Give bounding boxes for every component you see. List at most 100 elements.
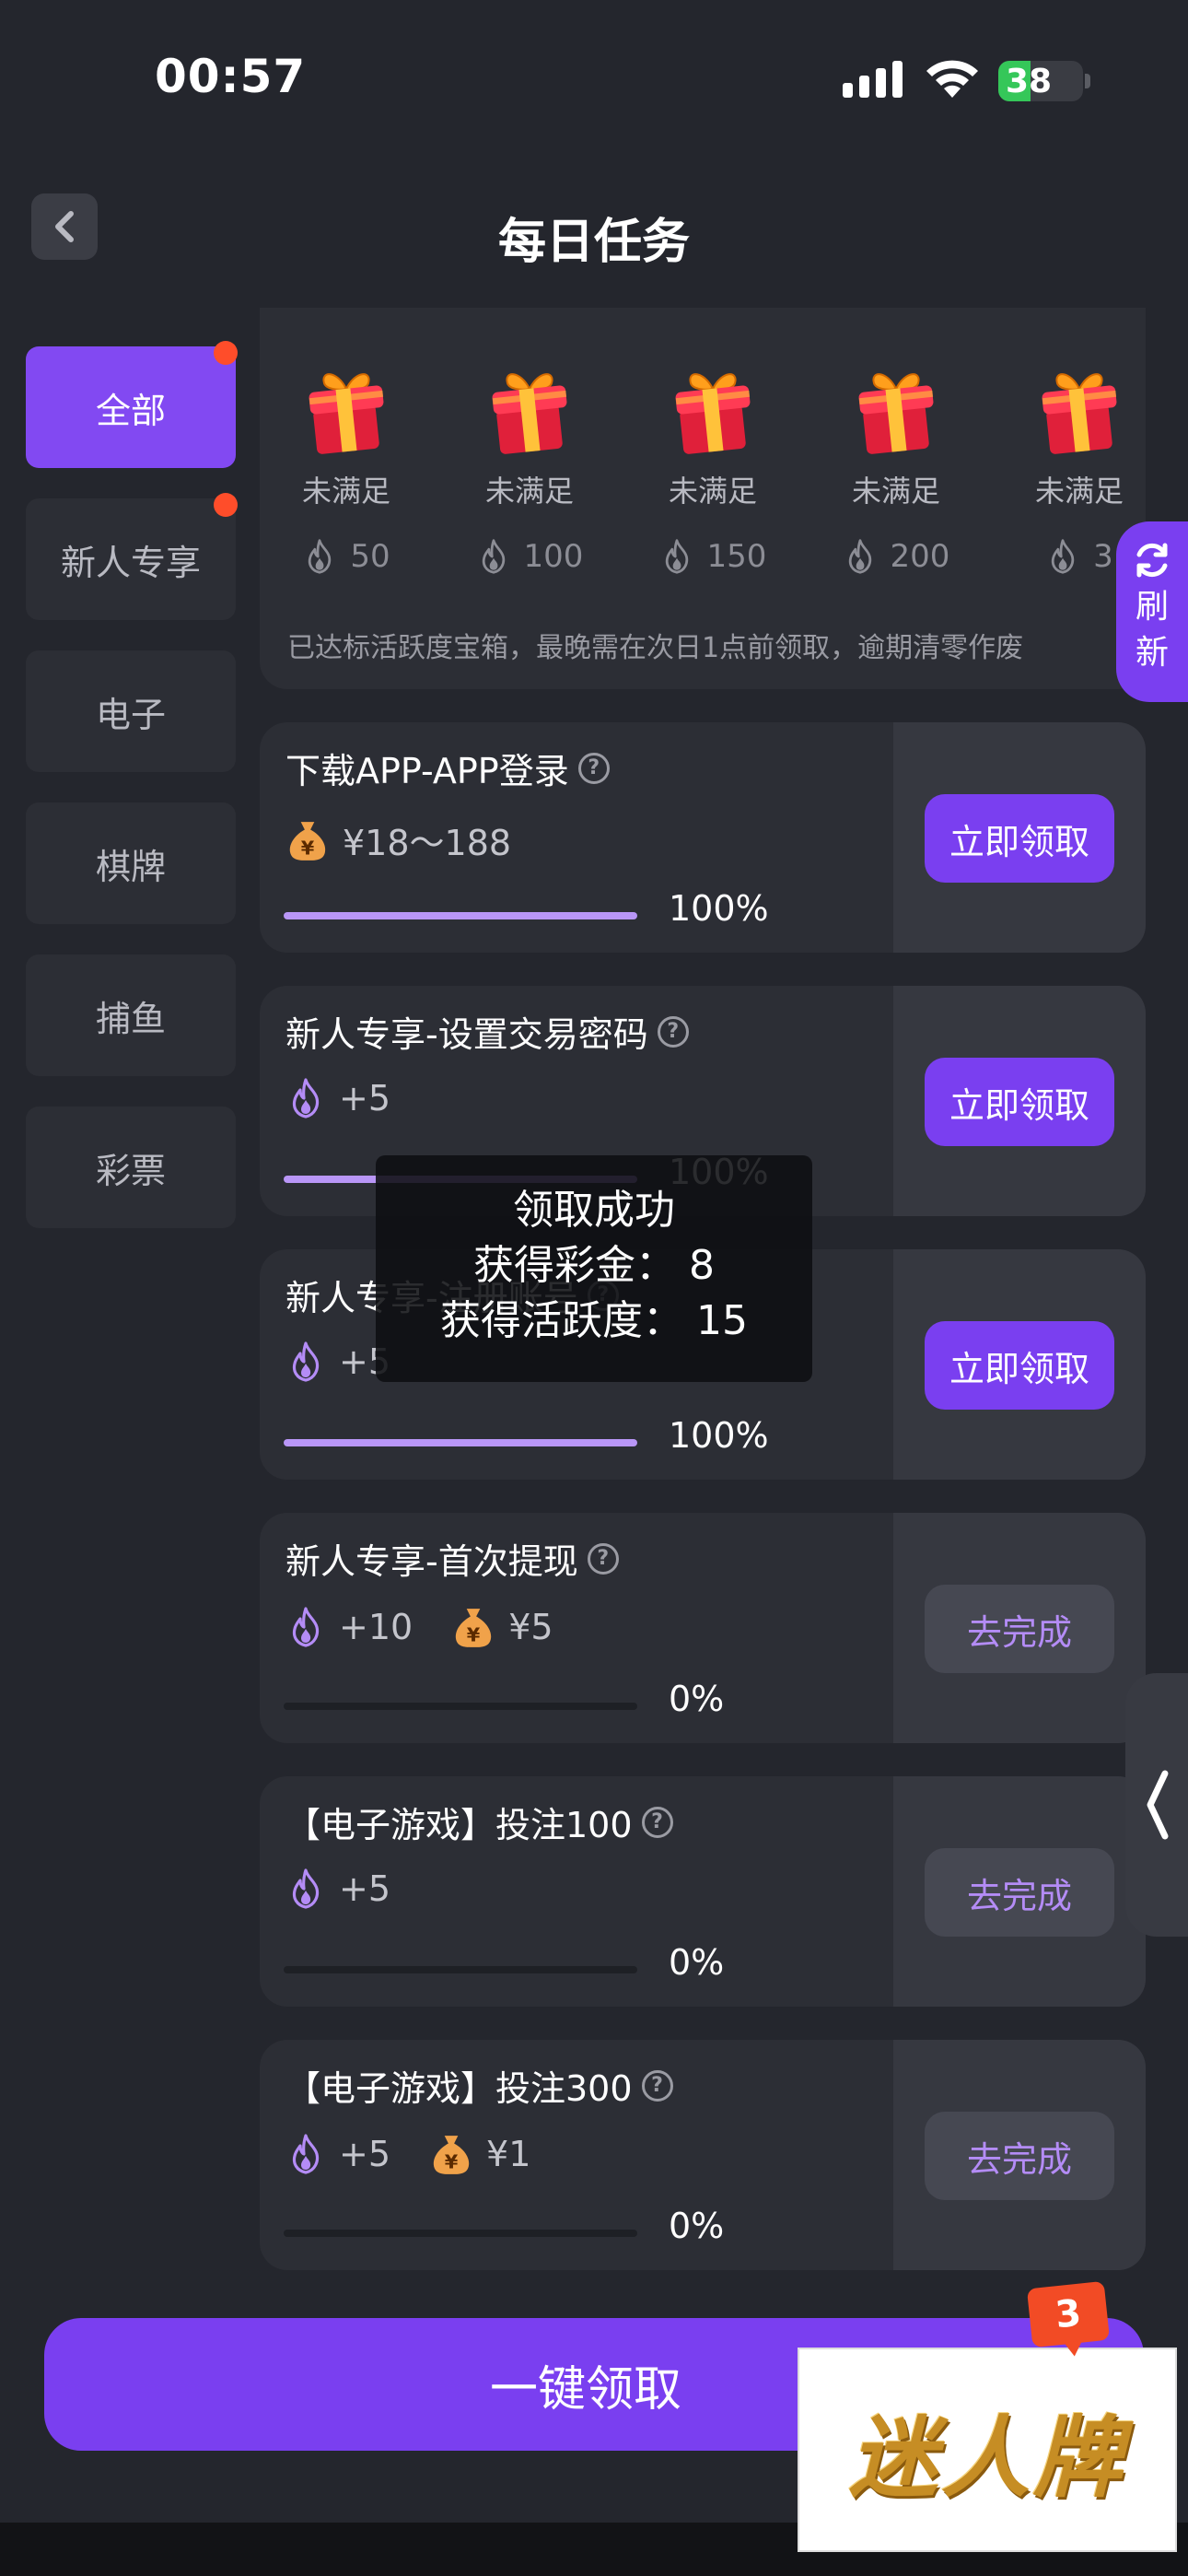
header: 每日任务: [0, 162, 1188, 310]
chest-threshold-value: 200: [890, 538, 950, 575]
fire-icon: [292, 1078, 320, 1118]
cellular-signal-icon: [843, 61, 903, 98]
category-sidebar: 全部新人专享电子棋牌捕鱼彩票: [26, 341, 238, 1259]
chest-threshold-value: 50: [350, 538, 390, 575]
task-progress-track: [284, 1966, 637, 1973]
fire-icon: [848, 539, 871, 574]
task-progress-track: [284, 1439, 637, 1446]
help-icon[interactable]: ?: [641, 2069, 673, 2102]
help-icon[interactable]: ?: [577, 752, 610, 784]
sidebar-item[interactable]: 全部: [26, 341, 238, 468]
task-title-text: 【电子游戏】投注300: [285, 2068, 633, 2109]
help-icon[interactable]: ?: [641, 1806, 673, 1838]
screen: 00:57 38 每日任务 全部 新人专享 电子 棋牌 捕鱼 彩票 已达标活跃度…: [0, 0, 1188, 2576]
chest-status: 未满足: [301, 474, 390, 509]
reward-value: ¥18～188: [343, 823, 512, 863]
refresh-label-1: 刷: [1135, 588, 1169, 626]
task-card: 下载APP-APP登录? ¥ ¥18～188 100% 立即领取: [260, 722, 1146, 953]
activity-reward: +5: [285, 2134, 390, 2174]
task-progress-track: [284, 1703, 637, 1710]
reward-value: +5: [339, 2134, 391, 2174]
activity-chest[interactable]: 未满足 100: [456, 361, 603, 575]
sidebar-item-label: 新人专享: [60, 542, 201, 583]
gift-box-icon: [858, 373, 934, 454]
reward-value: ¥5: [508, 1607, 553, 1647]
fire-icon: [1052, 539, 1075, 574]
task-title: 下载APP-APP登录?: [285, 743, 610, 793]
sidebar-item[interactable]: 彩票: [26, 1107, 236, 1228]
help-icon[interactable]: ?: [587, 1542, 619, 1575]
task-rewards: ¥ ¥18～188: [285, 814, 511, 865]
claim-now-button[interactable]: 立即领取: [925, 1321, 1114, 1410]
fire-icon: [292, 1868, 320, 1909]
money-bag-icon: ¥: [433, 2136, 470, 2174]
chest-status: 未满足: [1034, 474, 1124, 509]
chest-threshold-value: 150: [706, 538, 767, 575]
go-complete-button[interactable]: 去完成: [925, 1585, 1114, 1673]
gift-box-icon: [492, 373, 567, 454]
money-bag-icon: ¥: [289, 821, 326, 861]
side-collapse-button[interactable]: [1125, 1673, 1188, 1937]
chest-status: 未满足: [668, 474, 757, 509]
sidebar-item[interactable]: 电子: [26, 650, 236, 772]
task-title-text: 新人专享-首次提现: [285, 1541, 578, 1582]
sidebar-item[interactable]: 新人专享: [26, 493, 238, 620]
activity-chest[interactable]: 未满足 50: [273, 361, 420, 575]
sidebar-item[interactable]: 捕鱼: [26, 954, 236, 1076]
task-title-text: 新人专享-设置交易密码: [285, 1014, 648, 1055]
fire-icon: [482, 539, 505, 574]
task-progress-track: [284, 912, 637, 919]
reward-value: +5: [339, 1078, 391, 1118]
page-title: 每日任务: [497, 215, 690, 270]
task-rewards: +5 ¥ ¥1: [285, 2132, 530, 2176]
activity-chest[interactable]: 未满足 200: [822, 361, 970, 575]
activity-reward: +5: [285, 1341, 390, 1382]
battery-cap: [1085, 74, 1090, 88]
ad-logo-text: 迷人牌: [849, 2405, 1125, 2510]
task-title-text: 【电子游戏】投注100: [285, 1805, 633, 1845]
refresh-label-2: 新: [1135, 634, 1169, 672]
reward-value: ¥1: [486, 2134, 531, 2174]
wifi-icon: [926, 60, 978, 98]
activity-reward: +5: [285, 1078, 390, 1118]
toast-bonus: 获得彩金： 8: [473, 1242, 715, 1289]
task-title: 【电子游戏】投注300?: [285, 2060, 673, 2111]
help-icon[interactable]: ?: [657, 1015, 689, 1048]
activity-chest-card: 已达标活跃度宝箱，最晚需在次日1点前领取，逾期清零作废 未满足 50 未满足 1…: [260, 308, 1146, 689]
svg-text:¥: ¥: [445, 2151, 459, 2173]
sidebar-item-label: 捕鱼: [95, 998, 166, 1039]
activity-reward: +5: [285, 1868, 390, 1909]
chest-threshold: 200: [822, 538, 970, 575]
task-progress-percent: 100%: [669, 888, 769, 929]
task-title: 新人专享-首次提现?: [285, 1533, 619, 1584]
sidebar-item-label: 电子: [95, 694, 166, 735]
gift-box-icon: [309, 373, 384, 454]
battery-icon: 38: [998, 61, 1083, 101]
go-complete-button[interactable]: 去完成: [925, 1848, 1114, 1937]
go-complete-button[interactable]: 去完成: [925, 2112, 1114, 2200]
fire-icon: [292, 2134, 320, 2174]
notification-dot: [214, 341, 238, 365]
refresh-button[interactable]: 刷 新: [1116, 521, 1188, 702]
task-card: 新人专享-首次提现? +10 ¥ ¥5 0% 去完成: [260, 1513, 1146, 1743]
activity-chest[interactable]: 未满足 150: [639, 361, 786, 575]
ad-banner[interactable]: 迷人牌: [798, 2348, 1177, 2552]
fire-icon: [292, 1607, 320, 1647]
task-progress-percent: 0%: [669, 1942, 725, 1983]
chest-status: 未满足: [851, 474, 940, 509]
reward-value: +5: [339, 1868, 391, 1909]
task-progress-percent: 100%: [669, 1415, 769, 1456]
sidebar-item[interactable]: 棋牌: [26, 802, 236, 924]
sidebar-item-label: 彩票: [95, 1150, 166, 1191]
claim-now-button[interactable]: 立即领取: [925, 1058, 1114, 1146]
chest-note: 已达标活跃度宝箱，最晚需在次日1点前领取，逾期清零作废: [287, 632, 1024, 664]
task-progress-bar: [284, 1439, 637, 1446]
fire-icon: [309, 539, 332, 574]
toast-activity: 获得活跃度： 15: [440, 1297, 748, 1344]
money-reward: ¥ ¥1: [429, 2132, 530, 2176]
fire-icon: [292, 1341, 320, 1382]
task-title: 【电子游戏】投注100?: [285, 1797, 673, 1847]
money-bag-icon: ¥: [456, 1609, 492, 1647]
claim-now-button[interactable]: 立即领取: [925, 794, 1114, 883]
refresh-icon: [1136, 543, 1168, 578]
